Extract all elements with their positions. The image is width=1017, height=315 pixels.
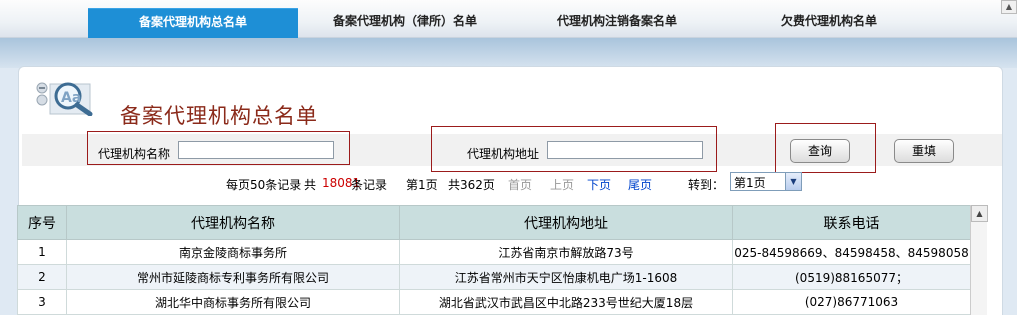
cell-index: 3 [17,289,67,315]
cell-phone: 025-84598669、84598458、84598058 [732,239,971,265]
table-row[interactable]: 3 湖北华中商标事务所有限公司 湖北省武汉市武昌区中北路233号世纪大厦18层 … [17,289,971,315]
cell-phone: (027)86771063 [732,289,971,315]
cell-address: 湖北省武汉市武昌区中北路233号世纪大厦18层 [399,289,733,315]
scroll-up-icon[interactable]: ▲ [971,205,988,222]
column-header-address: 代理机构地址 [399,205,733,240]
table-row[interactable]: 1 南京金陵商标事务所 江苏省南京市解放路73号 025-84598669、84… [17,239,971,265]
header-band [0,38,1017,68]
total-suffix: 条记录 [351,178,388,192]
next-page-link[interactable]: 下页 [587,176,611,193]
name-label: 代理机构名称 [98,147,171,161]
cell-index: 2 [17,264,67,290]
table-scrollbar[interactable]: ▲ [970,205,988,315]
tab-agency-list[interactable]: 备案代理机构总名单 [88,8,298,38]
page-select[interactable]: 第1页 ▼ [730,172,802,191]
cell-index: 1 [17,239,67,265]
current-page: 第1页 [406,178,438,192]
tab-law-firm-list[interactable]: 备案代理机构（律所）名单 [300,8,510,38]
cell-phone: (0519)88165077； [732,264,971,290]
tab-arrears-list[interactable]: 欠费代理机构名单 [724,8,934,38]
address-label: 代理机构地址 [467,147,540,161]
total-pages: 共362页 [448,178,495,192]
cell-address: 江苏省常州市天宁区怡康机电广场1-1608 [399,264,733,290]
top-nav: 备案代理机构总名单 备案代理机构（律所）名单 代理机构注销备案名单 欠费代理机构… [0,0,1017,38]
cell-address: 江苏省南京市解放路73号 [399,239,733,265]
table-header-row: 序号 代理机构名称 代理机构地址 联系电话 [17,205,971,240]
tab-cancelled-list[interactable]: 代理机构注销备案名单 [512,8,722,38]
first-page-link: 首页 [508,178,533,192]
reset-button[interactable]: 重填 [894,139,954,163]
scroll-up-icon[interactable]: ▲ [1001,0,1017,14]
last-page-link[interactable]: 尾页 [628,176,652,193]
total-prefix: 共 [304,178,317,192]
page-select-value: 第1页 [734,176,766,190]
name-input[interactable] [178,141,334,159]
magnifier-icon: Aa [36,82,93,116]
cell-name: 常州市延陵商标专利事务所有限公司 [66,264,400,290]
chevron-down-icon[interactable]: ▼ [785,173,801,190]
column-header-phone: 联系电话 [732,205,971,240]
cell-name: 南京金陵商标事务所 [66,239,400,265]
per-page-text: 每页50条记录 [226,178,302,192]
prev-page-link: 上页 [550,178,575,192]
cell-name: 湖北华中商标事务所有限公司 [66,289,400,315]
column-header-index: 序号 [17,205,67,240]
agency-table: 序号 代理机构名称 代理机构地址 联系电话 1 南京金陵商标事务所 江苏省南京市… [17,205,971,315]
goto-label: 转到： [688,178,725,192]
address-input[interactable] [547,141,703,159]
table-row[interactable]: 2 常州市延陵商标专利事务所有限公司 江苏省常州市天宁区怡康机电广场1-1608… [17,264,971,290]
query-button[interactable]: 查询 [790,139,850,163]
column-header-name: 代理机构名称 [66,205,400,240]
page-title: 备案代理机构总名单 [120,104,318,128]
